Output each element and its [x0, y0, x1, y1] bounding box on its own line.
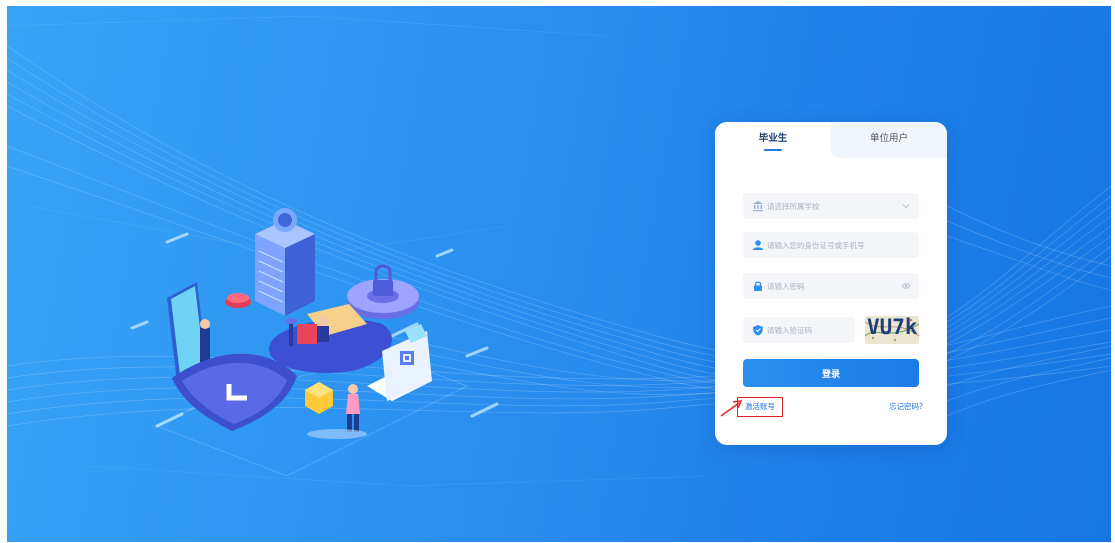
cube-illustration — [305, 382, 333, 414]
password-input[interactable] — [767, 273, 897, 299]
id-field[interactable] — [743, 232, 919, 258]
school-select[interactable] — [743, 193, 919, 219]
server-illustration — [255, 208, 315, 316]
id-input[interactable] — [767, 232, 897, 258]
arrow-icon — [720, 400, 743, 417]
person-illustration — [346, 384, 360, 432]
login-background: 毕业生 单位用户 请选择所属学校 请输入您的身份证号或手机号 请输入验证码 VU… — [7, 6, 1111, 542]
chevron-down-icon[interactable] — [901, 201, 911, 211]
login-panel: 毕业生 单位用户 请选择所属学校 请输入您的身份证号或手机号 请输入验证码 VU… — [715, 122, 947, 445]
captcha-image[interactable]: VU7k — [865, 316, 919, 344]
tab-unit-user[interactable]: 单位用户 — [831, 122, 947, 158]
active-tab-indicator — [764, 149, 782, 151]
captcha-code: VU7k — [867, 316, 918, 339]
school-icon — [753, 201, 763, 212]
school-input[interactable] — [767, 193, 897, 219]
captcha-field[interactable] — [743, 317, 855, 343]
user-icon — [753, 240, 763, 250]
captcha-input[interactable] — [767, 317, 851, 343]
login-button[interactable]: 登录 — [743, 359, 919, 387]
lock-icon — [754, 281, 762, 291]
tab-graduate[interactable]: 毕业生 — [715, 122, 831, 158]
lock-illustration — [347, 264, 419, 319]
eye-icon[interactable] — [901, 281, 911, 291]
forgot-password-link[interactable]: 忘记密码? — [889, 401, 923, 412]
login-tabs: 毕业生 单位用户 — [715, 122, 947, 158]
shield-icon — [753, 325, 763, 336]
password-field[interactable] — [743, 273, 919, 299]
